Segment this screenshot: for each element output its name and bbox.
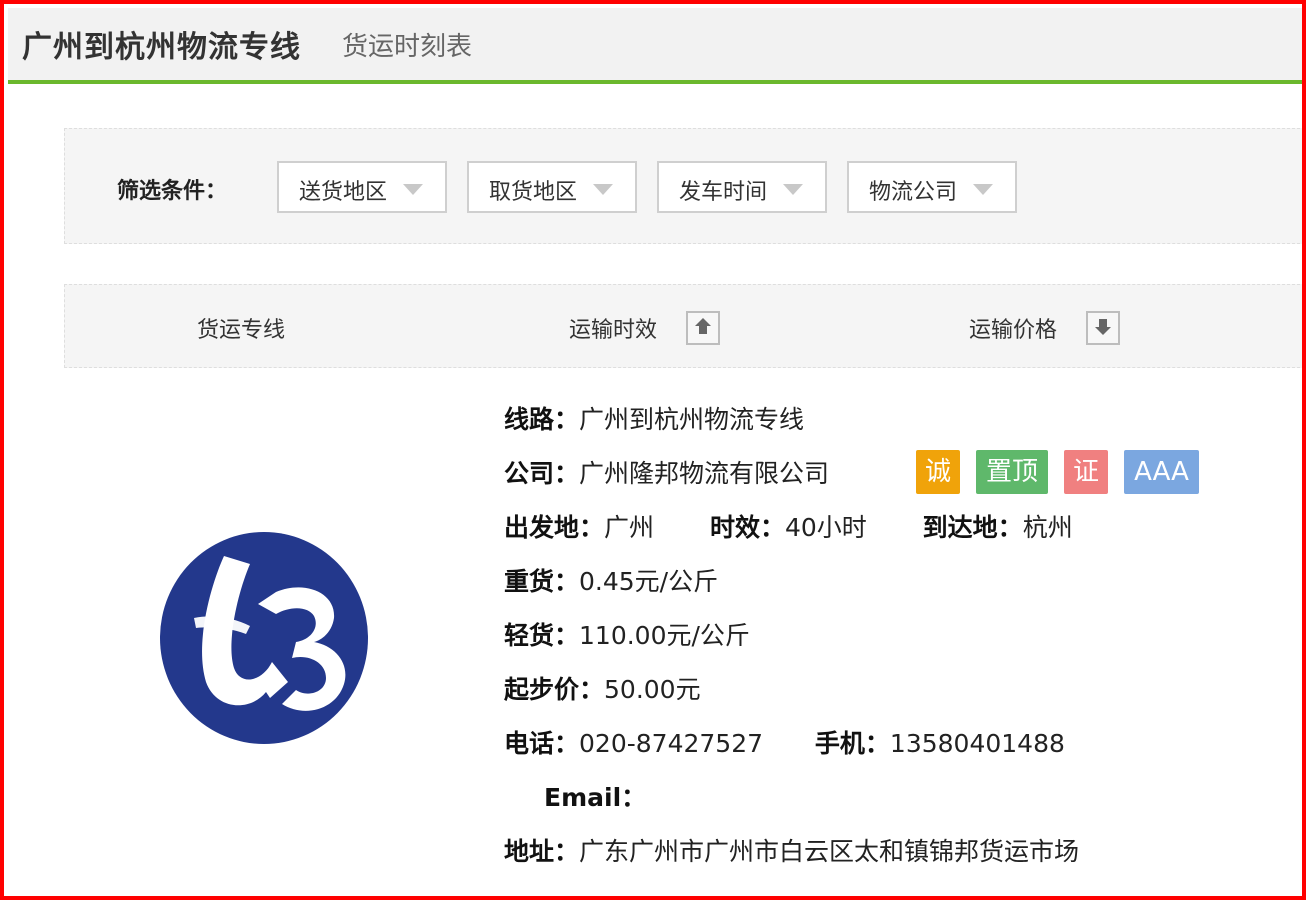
company-row: 公司：广州隆邦物流有限公司 (504, 459, 830, 488)
phone-value: 020-87427527 (579, 729, 763, 758)
dropdown-label: 物流公司 (869, 180, 958, 205)
company-logo[interactable] (154, 522, 376, 744)
badge-integrity[interactable]: 诚 (916, 450, 960, 494)
origin-duration-destination-row: 出发地：广州 时效：40小时 到达地：杭州 (504, 513, 1073, 542)
badge-pinned[interactable]: 置顶 (976, 450, 1048, 494)
chevron-down-icon (593, 184, 613, 195)
address-value: 广东广州市广州市白云区太和镇锦邦货运市场 (579, 837, 1080, 866)
contact-row: 电话：020-87427527 手机：13580401488 (504, 729, 1065, 758)
dropdown-label: 送货地区 (299, 180, 388, 205)
route-value[interactable]: 广州到杭州物流专线 (579, 405, 804, 434)
dropdown-label: 取货地区 (489, 180, 578, 205)
page-frame: 广州到杭州物流专线 货运时刻表 筛选条件： 送货地区 取货地区 发车时间 物流公… (0, 0, 1306, 900)
page-header: 广州到杭州物流专线 货运时刻表 (8, 8, 1302, 84)
sort-header: 货运专线 运输时效 运输价格 (64, 284, 1302, 368)
chevron-down-icon (973, 184, 993, 195)
sort-up-icon[interactable] (686, 311, 720, 345)
heavy-cargo-row: 重货：0.45元/公斤 (504, 567, 719, 596)
duration-value: 40小时 (784, 513, 867, 542)
page-title: 广州到杭州物流专线 (22, 30, 301, 65)
col-transit-time: 运输时效 (569, 318, 658, 343)
chevron-down-icon (783, 184, 803, 195)
company-value[interactable]: 广州隆邦物流有限公司 (579, 459, 829, 488)
mobile-value: 13580401488 (889, 729, 1065, 758)
heavy-cargo-price: 0.45元/公斤 (579, 567, 719, 596)
ub-logo-icon (160, 532, 368, 744)
logistics-company-dropdown[interactable]: 物流公司 (847, 161, 1017, 213)
badge-aaa-rating[interactable]: AAA (1124, 450, 1199, 494)
light-cargo-row: 轻货：110.00元/公斤 (504, 621, 750, 650)
destination-value: 杭州 (1022, 513, 1073, 542)
col-route: 货运专线 (197, 318, 286, 343)
col-price: 运输价格 (969, 318, 1058, 343)
pickup-area-dropdown[interactable]: 取货地区 (467, 161, 637, 213)
delivery-area-dropdown[interactable]: 送货地区 (277, 161, 447, 213)
light-cargo-price: 110.00元/公斤 (579, 621, 750, 650)
address-row: 地址：广东广州市广州市白云区太和镇锦邦货运市场 (504, 837, 1080, 866)
origin-value: 广州 (604, 513, 655, 542)
badge-certified[interactable]: 证 (1064, 450, 1108, 494)
filter-label: 筛选条件： (117, 179, 228, 204)
min-price-value: 50.00元 (604, 675, 701, 704)
min-price-row: 起步价：50.00元 (504, 675, 701, 704)
route-row: 线路：广州到杭州物流专线 (504, 405, 805, 434)
dropdown-label: 发车时间 (679, 180, 768, 205)
filter-bar: 筛选条件： 送货地区 取货地区 发车时间 物流公司 (64, 128, 1302, 244)
departure-time-dropdown[interactable]: 发车时间 (657, 161, 827, 213)
email-row: Email： (544, 783, 647, 812)
sort-down-icon[interactable] (1086, 311, 1120, 345)
chevron-down-icon (403, 184, 423, 195)
page-subtitle: 货运时刻表 (342, 32, 473, 62)
